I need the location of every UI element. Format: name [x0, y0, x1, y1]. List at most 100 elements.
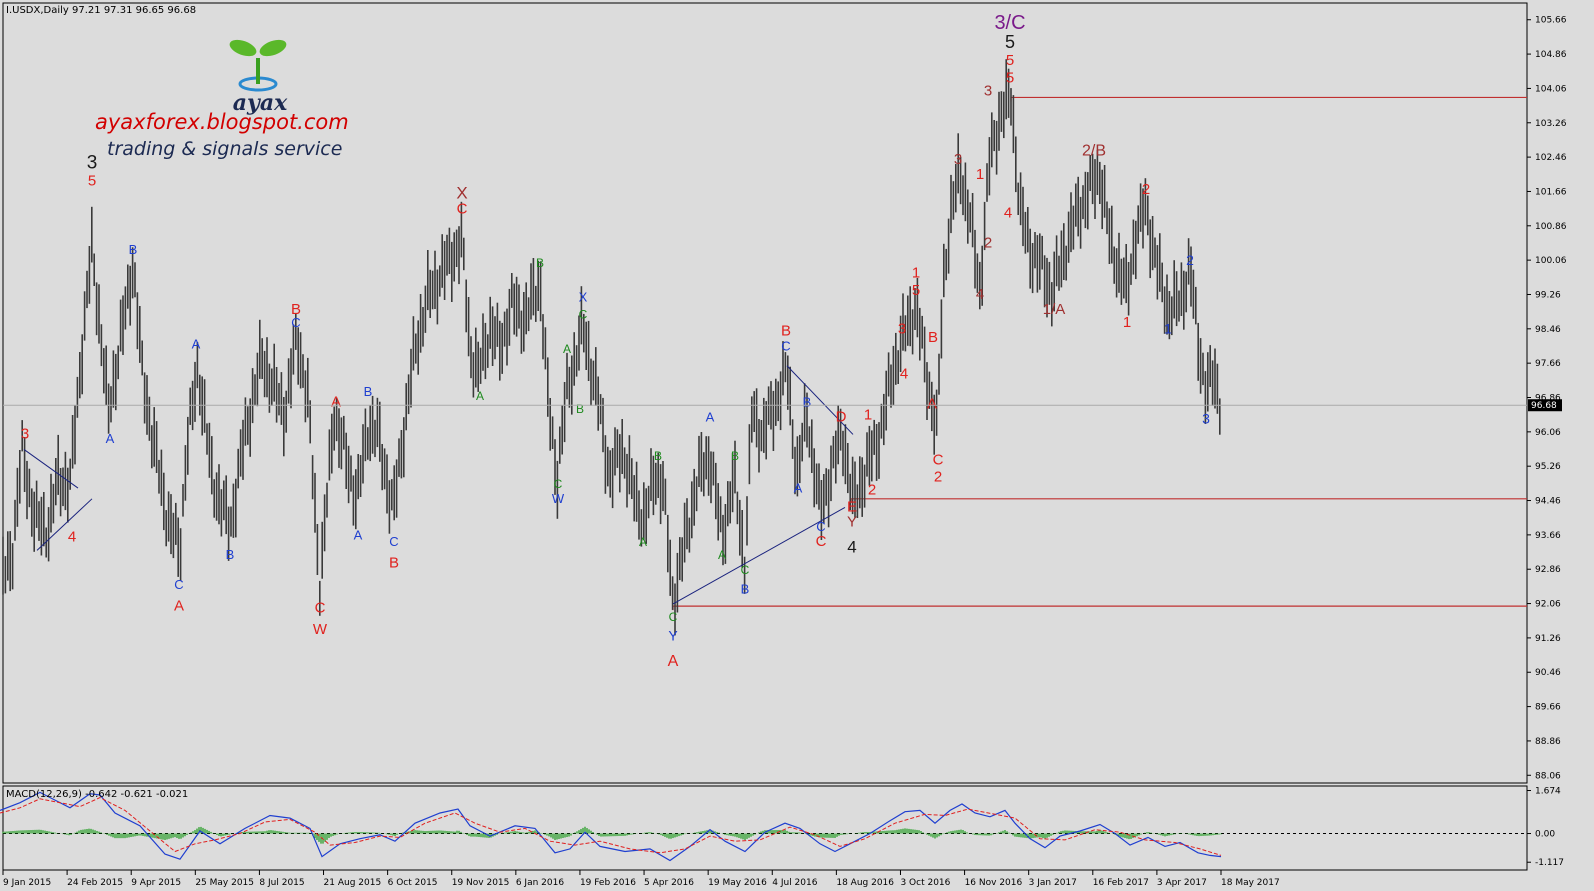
x-tick-label: 4 Jul 2016	[772, 878, 817, 888]
wave-label: B	[129, 242, 138, 257]
x-tick-label: 5 Apr 2016	[644, 878, 694, 888]
wave-label: 2	[1186, 252, 1194, 268]
wave-label: 3/C	[994, 12, 1025, 34]
x-tick-label: 21 Aug 2015	[324, 878, 382, 888]
wave-label: 5	[1006, 52, 1014, 69]
wave-label: A	[718, 548, 726, 562]
y-tick-label: 100.06	[1535, 256, 1567, 266]
wave-label: C	[781, 339, 790, 354]
x-tick-label: 3 Jan 2017	[1029, 878, 1077, 888]
x-tick-label: 8 Jul 2015	[259, 878, 304, 888]
logo-tagline: trading & signals service	[107, 138, 343, 160]
wave-label: B	[536, 256, 544, 270]
wave-label: C	[389, 534, 398, 549]
y-tick-label: 92.86	[1535, 565, 1561, 575]
y-tick-label: 98.46	[1535, 325, 1561, 335]
wave-label: 2/B	[1082, 142, 1106, 159]
wave-label: W	[552, 491, 565, 506]
wave-label: 2	[984, 235, 992, 252]
y-tick-label: 95.26	[1535, 462, 1561, 472]
wave-label: B	[576, 402, 584, 416]
wave-label: 4	[68, 529, 76, 546]
wave-label: C	[741, 563, 750, 577]
y-tick-label: 101.66	[1535, 187, 1567, 197]
y-tick-label: 89.66	[1535, 703, 1561, 713]
x-tick-label: 19 Nov 2015	[452, 878, 510, 888]
wave-label: 5	[88, 172, 96, 189]
wave-label: A	[639, 535, 647, 549]
wave-label: B	[226, 547, 235, 562]
x-tick-label: 18 May 2017	[1221, 878, 1280, 888]
wave-label: C	[174, 577, 183, 592]
wave-label: 4	[900, 366, 908, 383]
wave-label: 2	[934, 469, 942, 486]
x-tick-label: 19 May 2016	[708, 878, 767, 888]
x-tick-label: 18 Aug 2016	[836, 878, 894, 888]
y-tick-label: 90.46	[1535, 668, 1561, 678]
wave-label: X	[579, 289, 588, 304]
wave-label: C	[579, 308, 588, 322]
wave-label: A	[331, 394, 341, 411]
last-price-label: 96.68	[1531, 401, 1557, 411]
y-tick-label: 91.26	[1535, 634, 1561, 644]
macd-tick-label: 0.00	[1535, 830, 1555, 840]
macd-tick-label: 1.674	[1535, 787, 1561, 797]
wave-label: Y	[847, 514, 857, 531]
wave-label: B	[389, 555, 399, 572]
wave-label: B	[928, 329, 938, 346]
wave-label: A	[668, 653, 679, 670]
x-tick-label: 6 Oct 2015	[388, 878, 438, 888]
wave-label: C	[816, 533, 827, 550]
y-tick-label: 100.86	[1535, 222, 1567, 232]
x-tick-label: 24 Feb 2015	[67, 878, 123, 888]
macd-pane-frame	[2, 785, 1528, 871]
wave-label: C	[816, 519, 825, 534]
x-tick-label: 16 Nov 2016	[965, 878, 1023, 888]
x-tick-label: 25 May 2015	[195, 878, 254, 888]
logo: ayax ayaxforex.blogspot.com trading & si…	[95, 36, 425, 166]
wave-label: A	[174, 597, 184, 614]
wave-label: 4	[847, 537, 856, 556]
wave-label: B	[731, 449, 739, 463]
wave-label: D	[836, 409, 847, 426]
wave-label: 4	[1004, 205, 1012, 222]
wave-label: C	[315, 600, 326, 617]
wave-label: C	[933, 451, 944, 468]
y-tick-label: 88.06	[1535, 771, 1561, 781]
wave-label: Y	[668, 627, 678, 643]
x-tick-label: 16 Feb 2017	[1093, 878, 1149, 888]
wave-label: B	[741, 581, 750, 596]
wave-label: A	[354, 528, 363, 543]
wave-label: C	[291, 315, 300, 330]
wave-label: 1	[1123, 314, 1131, 331]
y-tick-label: 92.06	[1535, 600, 1561, 610]
wave-label: 5	[912, 282, 920, 299]
wave-label: A	[476, 389, 484, 403]
wave-label: A	[563, 342, 571, 356]
wave-label: 3	[898, 321, 906, 338]
wave-label: 3	[21, 426, 29, 443]
x-tick-label: 3 Apr 2017	[1157, 878, 1207, 888]
wave-label: 1	[912, 265, 920, 282]
wave-label: B	[781, 323, 791, 340]
y-tick-label: 97.66	[1535, 359, 1561, 369]
wave-label: 1	[976, 166, 984, 183]
wave-label: 5	[1005, 32, 1015, 52]
x-tick-label: 9 Apr 2015	[131, 878, 181, 888]
wave-label: C	[457, 200, 468, 217]
wave-label: A	[794, 480, 803, 495]
y-tick-label: 88.86	[1535, 737, 1561, 747]
x-tick-label: 6 Jan 2016	[516, 878, 564, 888]
wave-label: 2	[868, 482, 876, 499]
x-tick-label: 9 Jan 2015	[3, 878, 51, 888]
y-tick-label: 102.46	[1535, 153, 1567, 163]
wave-label: B	[364, 384, 373, 399]
macd-tick-label: -1.117	[1535, 858, 1564, 868]
wave-label: 3	[1202, 411, 1210, 427]
wave-label: W	[313, 621, 328, 638]
y-tick-label: 104.06	[1535, 84, 1567, 94]
y-tick-label: 103.26	[1535, 119, 1567, 129]
wave-label: A	[706, 410, 715, 425]
wave-label: 1	[864, 406, 872, 423]
wave-label: 2	[1142, 181, 1150, 198]
